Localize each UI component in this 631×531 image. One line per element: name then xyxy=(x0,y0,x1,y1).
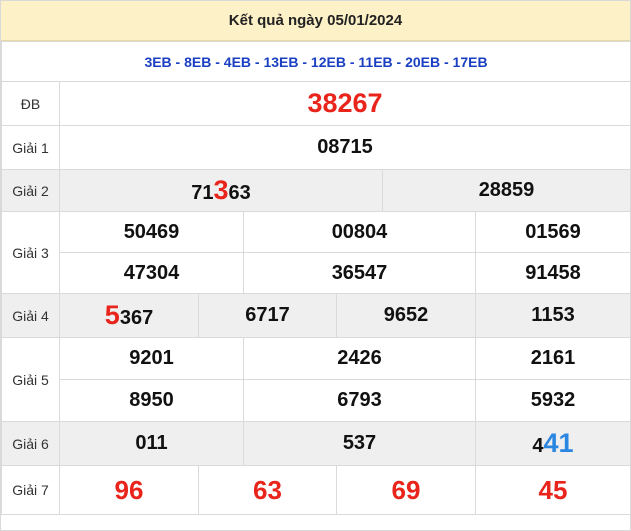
prize-2-1-tail: 63 xyxy=(228,182,251,204)
prize-5-6: 5932 xyxy=(475,379,631,422)
prize-6-3-highlight: 41 xyxy=(543,428,574,458)
prize-2-2: 28859 xyxy=(382,169,631,212)
label-g1: Giải 1 xyxy=(1,125,60,170)
prize-7-1: 96 xyxy=(59,465,199,515)
label-g7: Giải 7 xyxy=(1,465,60,515)
label-db: ĐB xyxy=(1,81,60,126)
result-table: 3EB - 8EB - 4EB - 13EB - 12EB - 11EB - 2… xyxy=(1,41,631,515)
prize-6-2: 537 xyxy=(243,421,476,466)
label-g6: Giải 6 xyxy=(1,421,60,466)
prize-6-3-cell: 441 xyxy=(475,421,631,466)
prize-2-1: 71 xyxy=(191,182,214,204)
prize-7-4: 45 xyxy=(475,465,631,515)
prize-4-3: 9652 xyxy=(336,293,476,338)
special-prize: 38267 xyxy=(59,81,631,126)
prize-5-3: 2161 xyxy=(475,337,631,380)
label-g4: Giải 4 xyxy=(1,293,60,338)
prize-1: 08715 xyxy=(59,125,631,170)
label-g3: Giải 3 xyxy=(1,211,60,294)
prize-3-2: 00804 xyxy=(243,211,476,253)
prize-6-3: 4 xyxy=(532,435,544,457)
prize-3-1: 50469 xyxy=(59,211,244,253)
prize-4-1-highlight: 5 xyxy=(104,300,120,330)
prize-5-4: 8950 xyxy=(59,379,244,422)
lottery-result-panel: Kết quả ngày 05/01/2024 3EB - 8EB - 4EB … xyxy=(0,0,631,531)
prize-4-1-cell: 5367 xyxy=(59,293,199,338)
prize-3-5: 36547 xyxy=(243,252,476,294)
prize-4-4: 1153 xyxy=(475,293,631,338)
label-g2: Giải 2 xyxy=(1,169,60,212)
prize-2-cell: 71363 xyxy=(59,169,383,212)
prize-3-3: 01569 xyxy=(475,211,631,253)
prize-5-2: 2426 xyxy=(243,337,476,380)
result-title: Kết quả ngày 05/01/2024 xyxy=(1,1,630,41)
prize-3-6: 91458 xyxy=(475,252,631,294)
prize-7-3: 69 xyxy=(336,465,476,515)
prize-4-1: 367 xyxy=(119,307,154,329)
prize-6-1: 011 xyxy=(59,421,244,466)
prize-7-2: 63 xyxy=(198,465,337,515)
codes-row: 3EB - 8EB - 4EB - 13EB - 12EB - 11EB - 2… xyxy=(1,41,631,82)
label-g5: Giải 5 xyxy=(1,337,60,422)
prize-5-5: 6793 xyxy=(243,379,476,422)
prize-2-1-highlight: 3 xyxy=(213,175,229,205)
prize-3-4: 47304 xyxy=(59,252,244,294)
prize-4-2: 6717 xyxy=(198,293,337,338)
prize-5-1: 9201 xyxy=(59,337,244,380)
